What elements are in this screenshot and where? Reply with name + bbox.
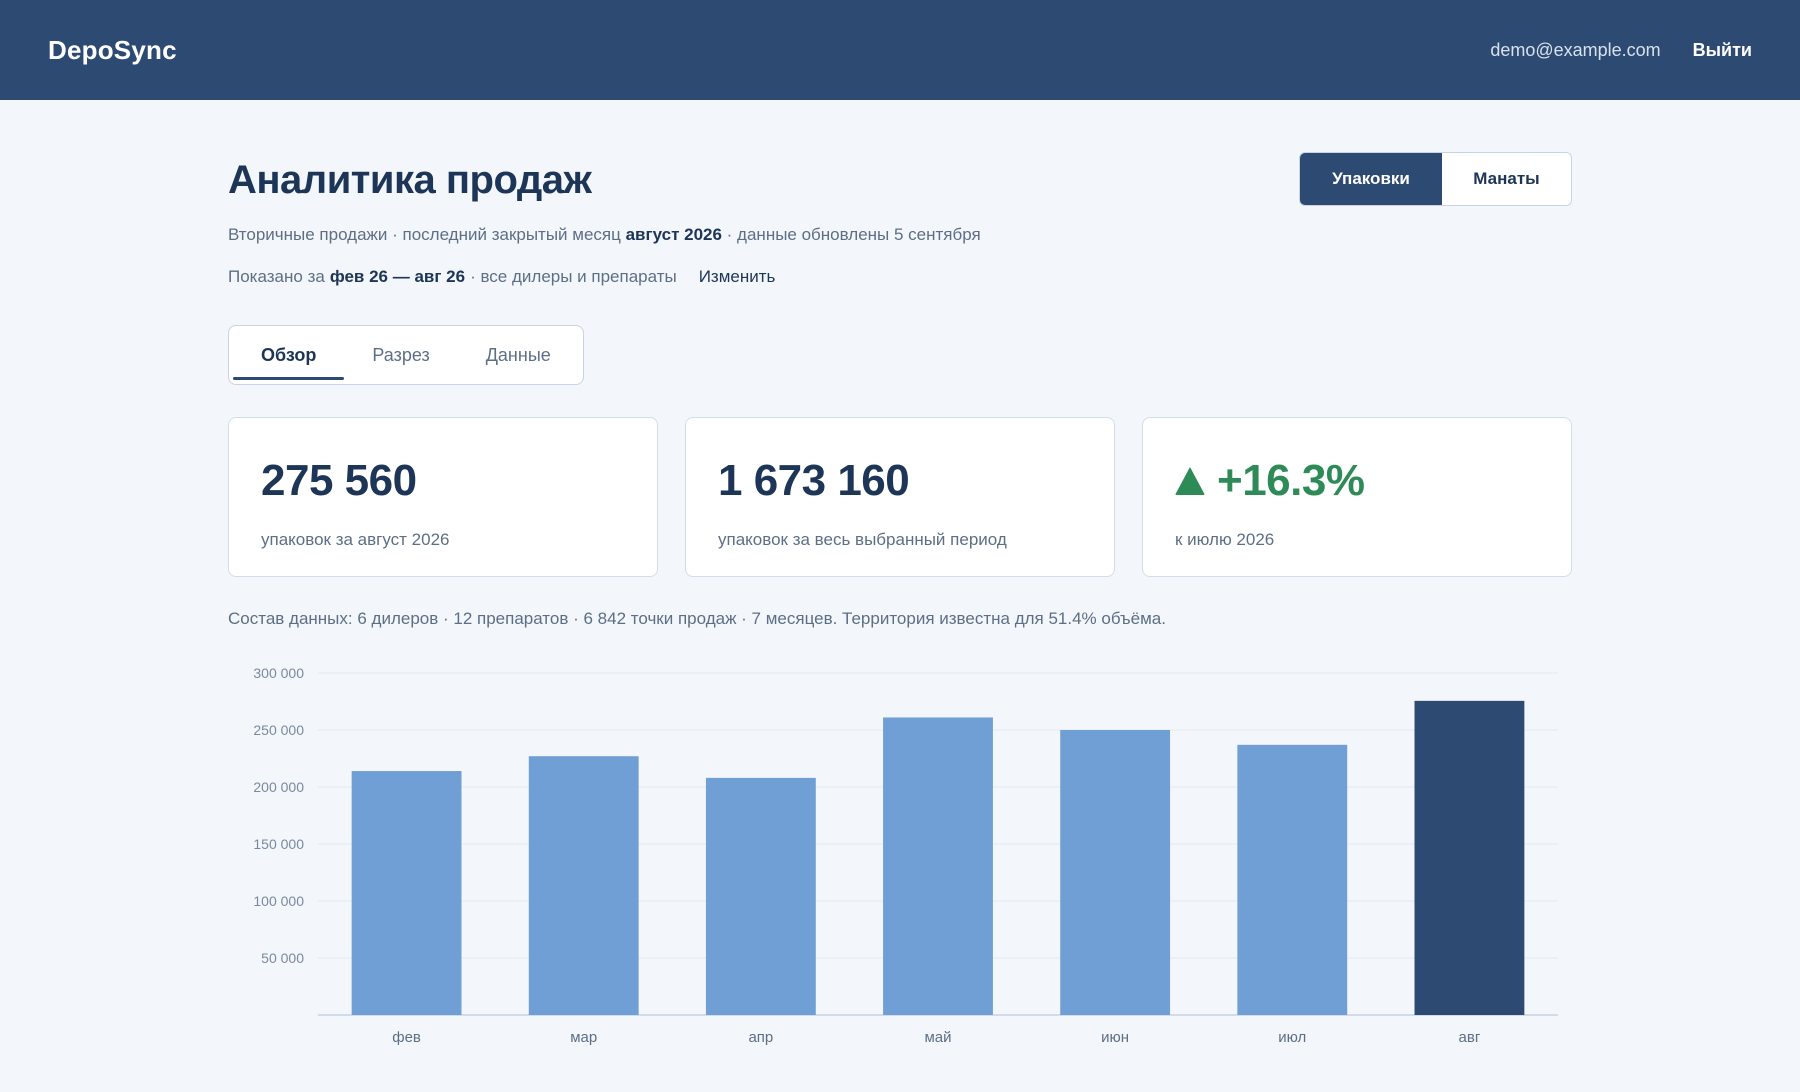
page-subtitle: Вторичные продажи · последний закрытый м… [228, 225, 1572, 245]
top-navbar: DepoSync demo@example.com Выйти [0, 0, 1800, 100]
tab-data[interactable]: Данные [458, 326, 579, 384]
subtitle-prefix: Вторичные продажи · последний закрытый м… [228, 225, 621, 244]
y-tick-label: 100 000 [253, 893, 304, 909]
bar-фев [351, 771, 462, 1015]
bar-мар [528, 756, 639, 1015]
user-email: demo@example.com [1490, 39, 1661, 60]
period-prefix: Показано за [228, 267, 325, 286]
bar-июл [1237, 744, 1348, 1015]
sales-bar-chart: 50 000 100 000 150 000 200 000 250 000 300 00… [228, 655, 1572, 1055]
data-composition-note: Состав данных: 6 дилеров · 12 препаратов… [228, 609, 1166, 628]
kpi-value: 1 673 160 [718, 456, 910, 505]
chart-svg: 50 000 100 000 150 000 200 000 250 000 300 00… [253, 665, 1558, 1046]
x-tick-label: июн [1101, 1029, 1129, 1046]
main-content: Аналитика продаж Упаковки Манаты Вторичн… [228, 100, 1572, 1055]
y-tick-label: 150 000 [253, 836, 304, 852]
kpi-card-month: 275 560 упаковок за август 2026 [228, 417, 658, 577]
kpi-growth: +16.3% [1175, 456, 1539, 506]
x-tick-label: апр [748, 1029, 773, 1046]
change-filter-link[interactable]: Изменить [699, 267, 776, 287]
bar-апр [705, 777, 816, 1015]
logout-button[interactable]: Выйти [1693, 40, 1752, 61]
subtitle-suffix: · данные обновлены 5 сентября [726, 225, 981, 244]
brand-logo[interactable]: DepoSync [48, 35, 177, 66]
bar-авг [1414, 700, 1525, 1015]
kpi-card-growth: +16.3% к июлю 2026 [1142, 417, 1572, 577]
x-tick-label: мар [570, 1029, 597, 1046]
kpi-value: +16.3% [1217, 456, 1365, 505]
kpi-value: 275 560 [261, 456, 417, 505]
kpi-label: упаковок за август 2026 [261, 530, 450, 549]
subtitle-month: август 2026 [625, 225, 722, 244]
bar-май [883, 717, 993, 1015]
unit-option-packages[interactable]: Упаковки [1300, 153, 1442, 205]
period-line: Показано за фев 26 — авг 26 · все дилеры… [228, 267, 1572, 287]
x-tick-label: фев [392, 1029, 421, 1046]
bar-июн [1060, 730, 1171, 1015]
view-tabs: Обзор Разрез Данные [228, 325, 584, 385]
unit-option-manats[interactable]: Манаты [1442, 153, 1571, 205]
period-suffix: · все дилеры и препараты [470, 267, 677, 286]
kpi-card-period: 1 673 160 упаковок за весь выбранный пер… [685, 417, 1115, 577]
unit-toggle: Упаковки Манаты [1299, 152, 1572, 206]
kpi-label: упаковок за весь выбранный период [718, 530, 1007, 549]
kpi-row: 275 560 упаковок за август 2026 1 673 16… [228, 417, 1572, 577]
x-tick-label: авг [1459, 1029, 1481, 1046]
y-tick-label: 200 000 [253, 779, 304, 795]
x-tick-label: май [924, 1029, 951, 1046]
user-area: demo@example.com Выйти [1490, 40, 1752, 61]
kpi-label: к июлю 2026 [1175, 530, 1275, 549]
y-tick-label: 50 000 [261, 950, 304, 966]
x-tick-label: июл [1278, 1029, 1306, 1046]
tab-overview[interactable]: Обзор [233, 326, 345, 384]
arrow-up-icon [1175, 467, 1205, 495]
period-range: фев 26 — авг 26 [329, 267, 466, 286]
y-tick-label: 300 000 [253, 665, 304, 681]
tab-breakdown[interactable]: Разрез [344, 326, 457, 384]
y-tick-label: 250 000 [253, 722, 304, 738]
